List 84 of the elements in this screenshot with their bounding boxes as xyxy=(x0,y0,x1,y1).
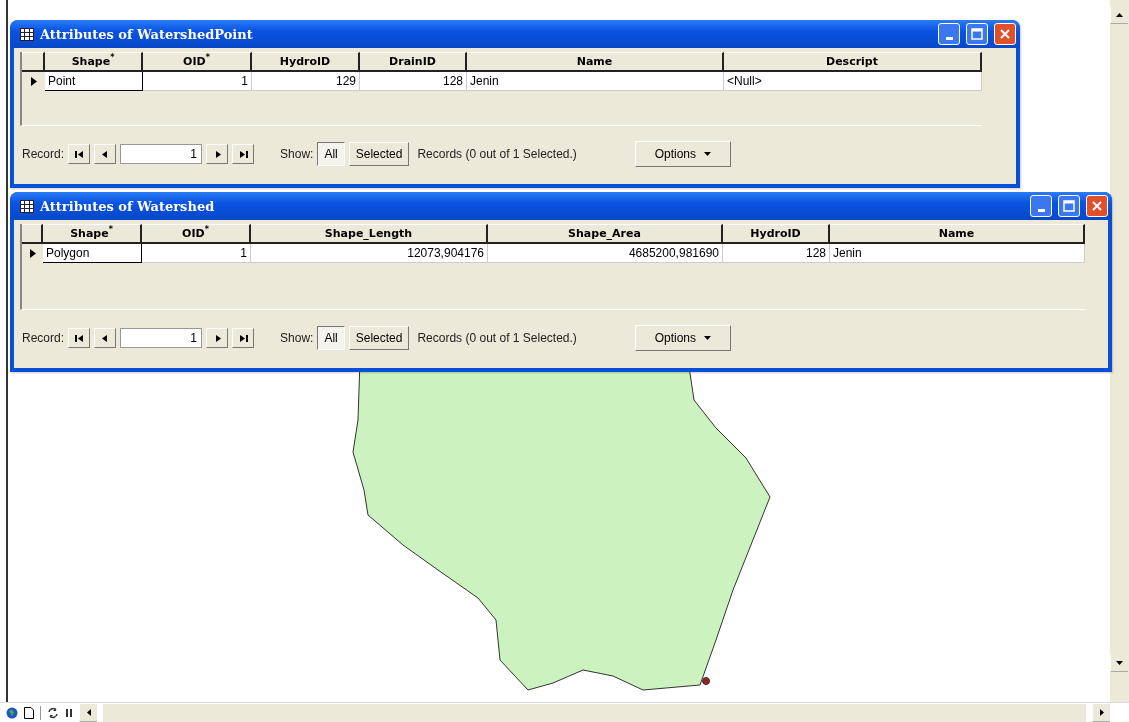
column-header[interactable]: Shape$^{*}$ xyxy=(43,224,142,244)
globe-icon[interactable] xyxy=(6,706,18,719)
show-label: Show: xyxy=(280,147,314,161)
minimize-button[interactable] xyxy=(938,23,960,45)
table-icon xyxy=(20,199,34,213)
close-button[interactable] xyxy=(994,23,1016,45)
selection-status: Records (0 out of 1 Selected.) xyxy=(417,331,577,345)
column-header[interactable]: Shape$^{*}$ xyxy=(45,52,143,72)
show-toggle[interactable]: Selected xyxy=(348,326,410,350)
table-cell: 4685200,981690 xyxy=(488,244,723,263)
last-icon xyxy=(238,149,248,159)
column-header[interactable]: DrainID xyxy=(360,52,467,72)
right-arrow-icon xyxy=(1099,708,1104,716)
caret-icon xyxy=(704,336,712,340)
show-toggle[interactable]: Selected xyxy=(348,142,410,166)
caret-icon xyxy=(704,152,712,156)
maximize-icon xyxy=(1063,200,1075,212)
options-button[interactable]: Options xyxy=(634,141,731,167)
record-label: Record: xyxy=(22,331,65,345)
pause-icon[interactable] xyxy=(65,707,73,718)
scroll-left-button[interactable] xyxy=(79,703,97,722)
up-arrow-icon xyxy=(1116,12,1123,17)
table-cell: <Null> xyxy=(724,72,982,91)
record-field[interactable]: 1 xyxy=(120,328,203,348)
column-header[interactable]: Name xyxy=(467,52,724,72)
first-record-button[interactable] xyxy=(68,144,91,164)
column-header[interactable]: Shape_Length xyxy=(251,224,488,244)
maximize-button[interactable] xyxy=(1058,195,1080,217)
first-icon xyxy=(74,333,84,343)
record-field[interactable]: 1 xyxy=(120,144,203,164)
maximize-icon xyxy=(971,28,983,40)
maximize-button[interactable] xyxy=(966,23,988,45)
next-record-button[interactable] xyxy=(206,328,229,348)
column-header[interactable]: HydroID xyxy=(252,52,360,72)
minimize-icon xyxy=(945,36,953,40)
scroll-right-button[interactable] xyxy=(1092,703,1110,722)
previous-record-button[interactable] xyxy=(94,328,117,348)
show-label: Show: xyxy=(280,331,314,345)
next-record-button[interactable] xyxy=(206,144,229,164)
current-row-icon xyxy=(29,248,36,258)
column-header[interactable]: OID$^{*}$ xyxy=(142,224,251,244)
record-label: Record: xyxy=(22,147,65,161)
table-cell: Point xyxy=(45,72,143,91)
column-header[interactable]: Shape_Area xyxy=(488,224,723,244)
down-arrow-icon xyxy=(1116,660,1123,665)
minimize-button[interactable] xyxy=(1030,195,1052,217)
page-icon[interactable] xyxy=(24,706,34,719)
close-icon xyxy=(999,28,1011,40)
column-header[interactable]: OID$^{*}$ xyxy=(143,52,252,72)
options-button[interactable]: Options xyxy=(634,325,731,351)
previous-icon xyxy=(100,149,110,159)
scroll-up-button[interactable] xyxy=(1110,6,1128,24)
refresh-icon[interactable] xyxy=(47,706,59,719)
window-title: Attributes of Watershed xyxy=(40,198,216,214)
table-cell: 128 xyxy=(360,72,467,91)
column-header[interactable]: HydroID xyxy=(723,224,830,244)
previous-icon xyxy=(100,333,110,343)
last-record-button[interactable] xyxy=(232,328,255,348)
window-title: Attributes of WatershedPoint xyxy=(40,26,254,42)
close-icon xyxy=(1091,200,1103,212)
table-cell: Jenin xyxy=(830,244,1085,263)
column-header[interactable]: Name xyxy=(830,224,1085,244)
table-cell: 12073,904176 xyxy=(251,244,488,263)
table-cell: 128 xyxy=(723,244,830,263)
previous-record-button[interactable] xyxy=(94,144,117,164)
close-button[interactable] xyxy=(1086,195,1108,217)
last-icon xyxy=(238,333,248,343)
table-cell: Jenin xyxy=(467,72,724,91)
current-row-icon xyxy=(30,76,37,86)
table-cell: 1 xyxy=(143,72,252,91)
column-header[interactable]: Descript xyxy=(724,52,982,72)
table-cell: Polygon xyxy=(43,244,142,263)
table-cell: 129 xyxy=(252,72,360,91)
last-record-button[interactable] xyxy=(232,144,255,164)
first-record-button[interactable] xyxy=(68,328,91,348)
table-icon xyxy=(20,27,34,41)
show-toggle[interactable]: All xyxy=(317,142,345,166)
first-icon xyxy=(74,149,84,159)
left-arrow-icon xyxy=(86,708,91,716)
table-cell: 1 xyxy=(142,244,251,263)
selection-status: Records (0 out of 1 Selected.) xyxy=(417,147,577,161)
scroll-down-button[interactable] xyxy=(1110,654,1128,672)
minimize-icon xyxy=(1037,208,1045,212)
show-toggle[interactable]: All xyxy=(317,326,345,350)
